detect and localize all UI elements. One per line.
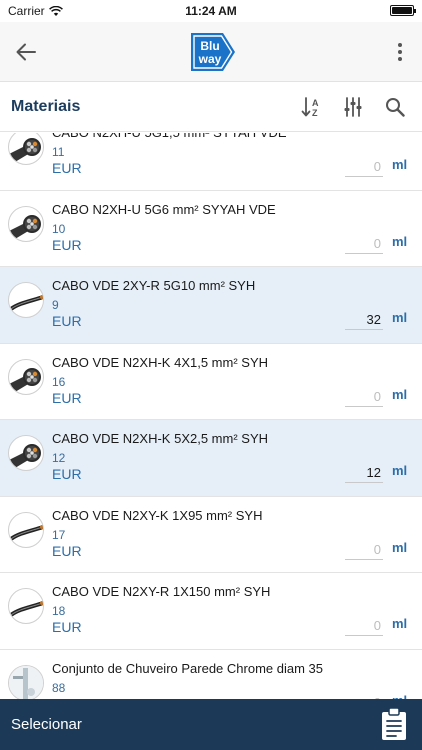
clipboard-icon[interactable] [380, 707, 408, 741]
arrow-left-icon [16, 43, 36, 61]
material-currency: EUR [52, 313, 82, 329]
sort-az-icon: A Z [301, 97, 319, 118]
quantity-unit: ml [392, 157, 408, 172]
bluway-logo: Blu way [191, 33, 235, 71]
sort-button[interactable]: A Z [299, 94, 325, 120]
cable-thumbnail-icon [9, 295, 43, 311]
quantity-unit: ml [392, 310, 408, 325]
back-button[interactable] [12, 38, 40, 66]
material-code: 16 [52, 374, 66, 389]
battery-icon [390, 5, 416, 16]
material-code: 18 [52, 604, 66, 618]
material-thumbnail [8, 205, 44, 242]
material-row[interactable]: CABO VDE N2XY-R 1X150 mm² SYH 18 EUR 0 ml [0, 573, 422, 650]
material-name: CABO VDE N2XH-K 5X2,5 mm² SYH [52, 431, 268, 446]
material-currency: EUR [52, 160, 82, 176]
material-name: CABO N2XH-U 5G1,5 mm² SYYAH VDE [52, 133, 287, 140]
material-code: 88 [52, 680, 66, 695]
material-row[interactable]: CABO VDE N2XY-K 1X95 mm² SYH 17 EUR 0 ml [0, 496, 422, 573]
material-name: CABO N2XH-U 5G6 mm² SYYAH VDE [52, 201, 276, 217]
material-currency: EUR [52, 542, 82, 559]
material-name: CABO VDE N2XY-K 1X95 mm² SYH [52, 507, 263, 523]
material-name: CABO VDE N2XH-K 4X1,5 mm² SYH [52, 354, 268, 370]
material-thumbnail [8, 282, 44, 318]
quantity-input[interactable]: 0 [345, 389, 383, 407]
material-row[interactable]: CABO N2XH-U 5G1,5 mm² SYYAH VDE 11EUR 0 ml [0, 133, 422, 191]
shower-thumbnail-icon [9, 665, 43, 699]
materials-toolbar: Materiais A Z [0, 82, 422, 132]
cable-thumbnail-icon [9, 444, 41, 468]
material-row[interactable]: CABO N2XH-U 5G6 mm² SYYAH VDE 10 EUR 0 ml [0, 190, 422, 267]
material-thumbnail [8, 664, 44, 699]
quantity-unit: ml [392, 616, 408, 631]
materials-list[interactable]: CABO N2XH-U 5G1,5 mm² SYYAH VDE11EUR0mlC… [0, 133, 422, 699]
more-vertical-icon [398, 43, 402, 61]
more-button[interactable] [388, 38, 412, 66]
material-code: 10 [52, 221, 66, 236]
search-button[interactable] [382, 94, 408, 120]
status-time: 11:24 AM [185, 4, 237, 18]
bottom-action-bar: Selecionar [0, 699, 422, 750]
sliders-icon [344, 97, 362, 117]
select-button[interactable]: Selecionar [11, 716, 82, 733]
material-row[interactable]: CABO VDE N2XH-K 4X1,5 mm² SYH 16 EUR 0 ml [0, 343, 422, 420]
material-code: 17 [52, 527, 66, 542]
search-icon [386, 98, 405, 117]
material-code: 9 [52, 298, 59, 312]
material-thumbnail [8, 435, 44, 471]
cable-thumbnail-icon [9, 138, 41, 162]
material-row[interactable]: Conjunto de Chuveiro Parede Chrome diam … [0, 649, 422, 699]
material-thumbnail [8, 588, 44, 624]
quantity-input[interactable]: 0 [345, 236, 383, 254]
material-code: 12 [52, 451, 66, 465]
material-row[interactable]: CABO VDE N2XH-K 5X2,5 mm² SYH 12 EUR 12 ml [0, 420, 422, 497]
quantity-input[interactable]: 0 [345, 618, 383, 636]
cable-thumbnail-icon [9, 601, 43, 617]
quantity-input[interactable]: 32 [345, 312, 383, 330]
material-thumbnail [8, 133, 44, 165]
material-currency: EUR [52, 619, 82, 635]
material-code: 11 [52, 145, 65, 159]
material-name: Conjunto de Chuveiro Parede Chrome diam … [52, 660, 323, 676]
quantity-unit: ml [392, 233, 408, 249]
logo-text-1: Blu [200, 39, 219, 53]
material-currency: EUR [52, 389, 82, 406]
quantity-input[interactable]: 0 [345, 159, 383, 177]
material-name: CABO VDE 2XY-R 5G10 mm² SYH [52, 278, 256, 293]
cable-thumbnail-icon [9, 524, 43, 541]
quantity-input[interactable]: 0 [345, 542, 383, 560]
page-title: Materiais [11, 98, 81, 115]
cable-thumbnail-icon [9, 214, 41, 239]
material-row[interactable]: CABO VDE 2XY-R 5G10 mm² SYH 9 EUR 32 ml [0, 267, 422, 344]
app-bar: Blu way [0, 22, 422, 82]
material-thumbnail [8, 511, 44, 548]
status-bar: Carrier 11:24 AM [0, 0, 422, 22]
logo-text-2: way [198, 52, 222, 66]
quantity-unit: ml [392, 386, 408, 402]
materials-list-inner: CABO N2XH-U 5G1,5 mm² SYYAH VDE11EUR0mlC… [0, 133, 422, 699]
material-thumbnail [8, 358, 44, 395]
cable-thumbnail-icon [9, 367, 41, 392]
material-name: CABO VDE N2XY-R 1X150 mm² SYH [52, 584, 271, 599]
material-currency: EUR [52, 466, 82, 482]
quantity-unit: ml [392, 463, 408, 478]
material-currency: EUR [52, 236, 82, 253]
filter-button[interactable] [340, 94, 366, 120]
quantity-input[interactable]: 12 [345, 465, 383, 483]
quantity-unit: ml [392, 539, 408, 555]
svg-text:A: A [312, 98, 319, 108]
svg-text:Z: Z [312, 108, 318, 118]
